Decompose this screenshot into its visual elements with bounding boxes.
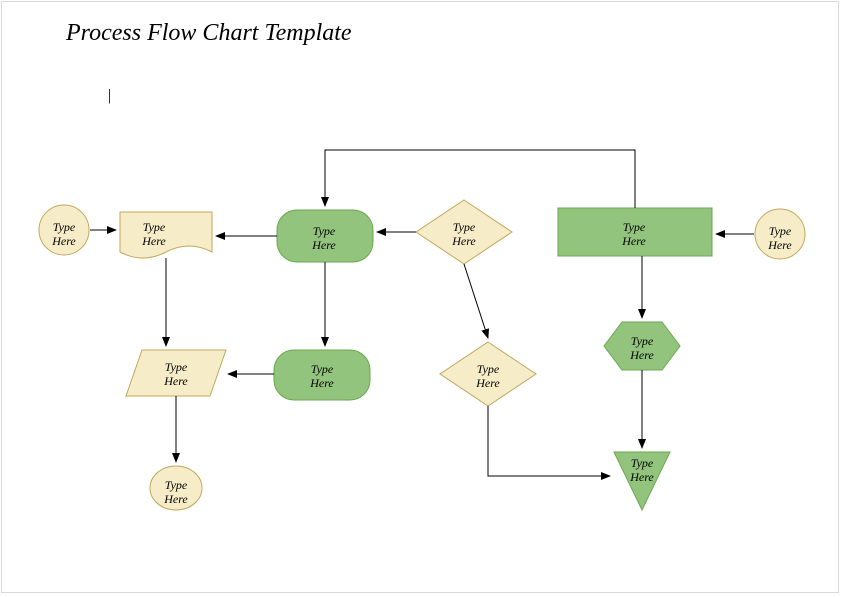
arrow-diabot-elbow-tri — [488, 406, 610, 476]
decision-bottom — [440, 342, 536, 406]
preparation-hexagon — [604, 322, 680, 370]
rounded-rect-bottom — [274, 350, 370, 400]
terminator-left — [39, 205, 89, 255]
rounded-rect-top — [277, 210, 373, 262]
terminator-bottom — [150, 466, 202, 510]
decision-top — [416, 200, 512, 264]
merge-triangle — [614, 452, 670, 510]
arrows-group — [90, 150, 754, 476]
arrow-diatop-down-diabot — [464, 264, 488, 338]
terminator-right — [755, 209, 805, 259]
process-rect-top — [558, 208, 712, 256]
flowchart-canvas — [2, 2, 840, 594]
arrow-rect-elbow-rrtop — [325, 150, 635, 208]
page: Process Flow Chart Template | — [1, 1, 839, 593]
document-shape — [120, 212, 212, 258]
data-parallelogram — [126, 350, 226, 396]
